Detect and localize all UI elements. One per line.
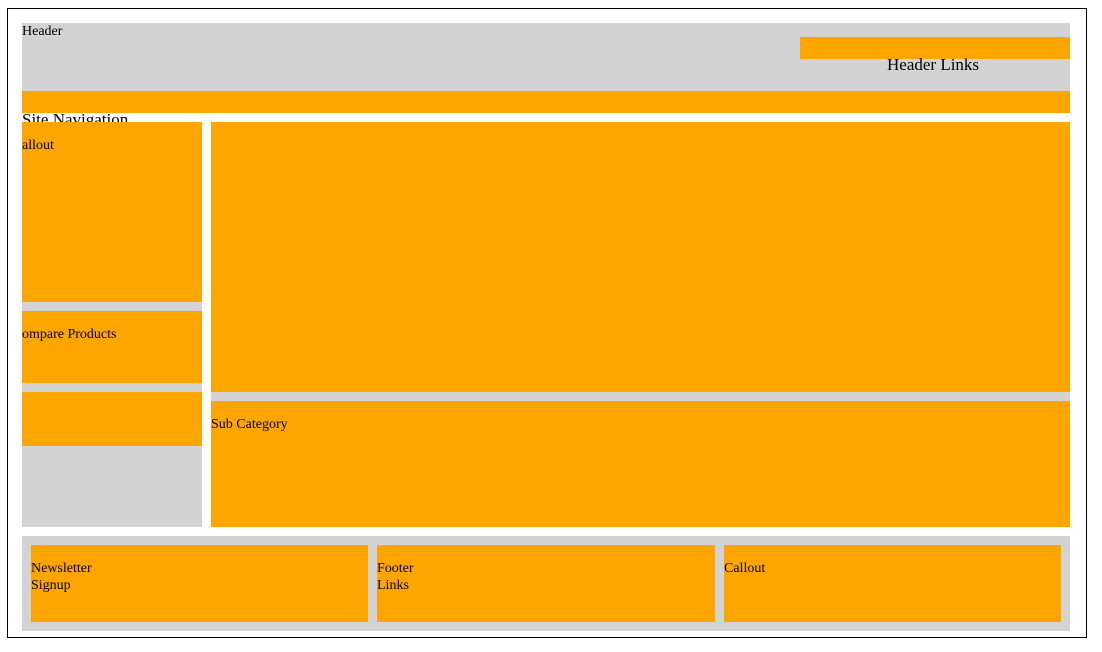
footer-links-line2: Links (377, 578, 409, 593)
sidebar-callout: allout (22, 122, 202, 302)
sidebar-compare-products[interactable]: ompare Products (22, 311, 202, 383)
site-navigation-label[interactable]: Site Navigation (22, 110, 128, 122)
footer-links[interactable]: Footer Links (377, 545, 715, 622)
footer-links-line1: Footer (377, 561, 414, 576)
main-hero (211, 122, 1070, 392)
sidebar-compare-label[interactable]: ompare Products (22, 326, 116, 343)
footer-callout-label: Callout (724, 561, 766, 576)
site-navigation-label-clip: Site Navigation (22, 108, 222, 122)
footer-newsletter-signup[interactable]: Newsletter Signup (31, 545, 368, 622)
sidebar-block (22, 392, 202, 446)
newsletter-line1: Newsletter (31, 561, 92, 576)
header-label: Header (22, 24, 63, 39)
sidebar-callout-label: allout (22, 138, 54, 153)
footer-callout: Callout (724, 545, 1061, 622)
sub-category-label[interactable]: Sub Category (211, 416, 288, 433)
main-sub-category[interactable]: Sub Category (211, 401, 1070, 527)
header-links-label[interactable]: Header Links (887, 55, 979, 75)
newsletter-line2: Signup (31, 578, 71, 593)
